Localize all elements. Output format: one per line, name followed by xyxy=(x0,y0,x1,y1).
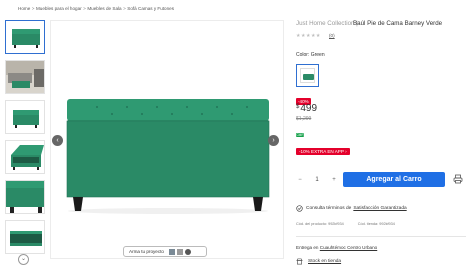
product-code: Cód. del producto: 992kf934 xyxy=(296,222,344,226)
printer-icon[interactable] xyxy=(453,174,463,184)
guarantee-link[interactable]: Satisfacción Garantizada xyxy=(353,206,406,211)
rating-stars: ★★★★★ xyxy=(296,33,321,39)
stock-row: Stock en tienda xyxy=(296,258,341,265)
thumbnails-more-button[interactable]: ⌄ xyxy=(18,254,29,265)
quantity-increase-button[interactable]: + xyxy=(330,177,338,183)
view-360-icon[interactable] xyxy=(184,248,191,255)
product-codes: Cód. del producto: 992kf934 Cód. tienda:… xyxy=(296,222,395,226)
thumbnail-4[interactable] xyxy=(5,140,45,174)
thumbnail-5[interactable] xyxy=(5,180,45,214)
store-code: Cód. tienda: 992kf934 xyxy=(357,222,395,226)
ottoman-thumbnail-image xyxy=(12,29,40,48)
breadcrumb-home[interactable]: Home xyxy=(18,6,30,11)
chevron-down-icon: ⌄ xyxy=(20,256,27,262)
divider xyxy=(296,236,466,237)
app-promo-badge[interactable]: -10% EXTRA EN APP › xyxy=(296,148,350,155)
ar-project-button[interactable]: Arma tu proyecto xyxy=(123,246,207,257)
breadcrumb-separator: > xyxy=(83,6,86,11)
quantity-stepper: − 1 + xyxy=(296,173,338,187)
color-label: Color: Green xyxy=(296,52,325,58)
breadcrumb-separator: > xyxy=(123,6,126,11)
star-icon: ★★★★★ xyxy=(296,33,321,39)
breadcrumb-separator: > xyxy=(31,6,35,11)
quantity-value[interactable]: 1 xyxy=(311,177,323,183)
cmr-badge: CMR xyxy=(296,133,304,137)
ottoman-main-image xyxy=(66,99,270,214)
guarantee-icon xyxy=(296,205,303,212)
breadcrumb-sofa-camas[interactable]: Sofá Camas y Futones xyxy=(127,6,174,11)
color-swatch-green[interactable] xyxy=(296,64,319,87)
delivery-prefix: Entrega en xyxy=(296,245,319,250)
chevron-right-icon: › xyxy=(272,137,275,144)
thumbnail-1[interactable] xyxy=(5,20,45,54)
product-title: Baúl Pie de Cama Barney Verde xyxy=(353,20,443,27)
product-brand[interactable]: Just Home Collection | xyxy=(296,20,358,27)
review-count[interactable]: (0) xyxy=(329,33,335,38)
room-icon[interactable] xyxy=(168,248,175,255)
guarantee-prefix: Consulta términos de xyxy=(306,206,352,211)
product-price: $499 xyxy=(296,103,317,114)
main-product-image[interactable] xyxy=(50,20,284,259)
delivery-location-link[interactable]: Cuauhtémoc Centro Urbano xyxy=(320,245,377,250)
ottoman-interior-thumbnail-image xyxy=(10,231,42,246)
breadcrumb-muebles-hogar[interactable]: Muebles para el hogar xyxy=(36,6,82,11)
quantity-decrease-button[interactable]: − xyxy=(296,177,304,183)
breadcrumb: Home > Muebles para el hogar > Muebles de Sa… xyxy=(18,6,174,11)
stock-in-store-link[interactable]: Stock en tienda xyxy=(308,259,341,264)
chevron-left-icon: ‹ xyxy=(56,137,59,144)
swatch-product-image xyxy=(303,74,314,80)
ottoman-side-thumbnail-image xyxy=(13,110,39,128)
old-price: $1,299 xyxy=(296,116,312,122)
store-icon xyxy=(296,258,303,265)
ottoman-open-thumbnail-image xyxy=(11,145,44,170)
price-value: 499 xyxy=(300,103,318,114)
thumbnail-6[interactable] xyxy=(5,220,45,254)
next-image-button[interactable]: › xyxy=(268,135,279,146)
ar-project-label: Arma tu proyecto xyxy=(129,249,164,254)
thumbnail-3[interactable] xyxy=(5,100,45,134)
room-scene-thumbnail-image xyxy=(6,61,44,93)
breadcrumb-muebles-sala[interactable]: Muebles de Sala xyxy=(87,6,121,11)
prev-image-button[interactable]: ‹ xyxy=(52,135,63,146)
guarantee-row: Consulta términos de Satisfacción Garant… xyxy=(296,205,407,212)
price-currency: $ xyxy=(296,104,300,110)
thumbnail-2[interactable] xyxy=(5,60,45,94)
add-to-cart-button[interactable]: Agregar al Carro xyxy=(343,172,445,187)
delivery-row: Entrega en Cuauhtémoc Centro Urbano xyxy=(296,245,377,250)
ottoman-closeup-thumbnail-image xyxy=(6,181,44,213)
ar-cube-icon[interactable] xyxy=(176,248,183,255)
